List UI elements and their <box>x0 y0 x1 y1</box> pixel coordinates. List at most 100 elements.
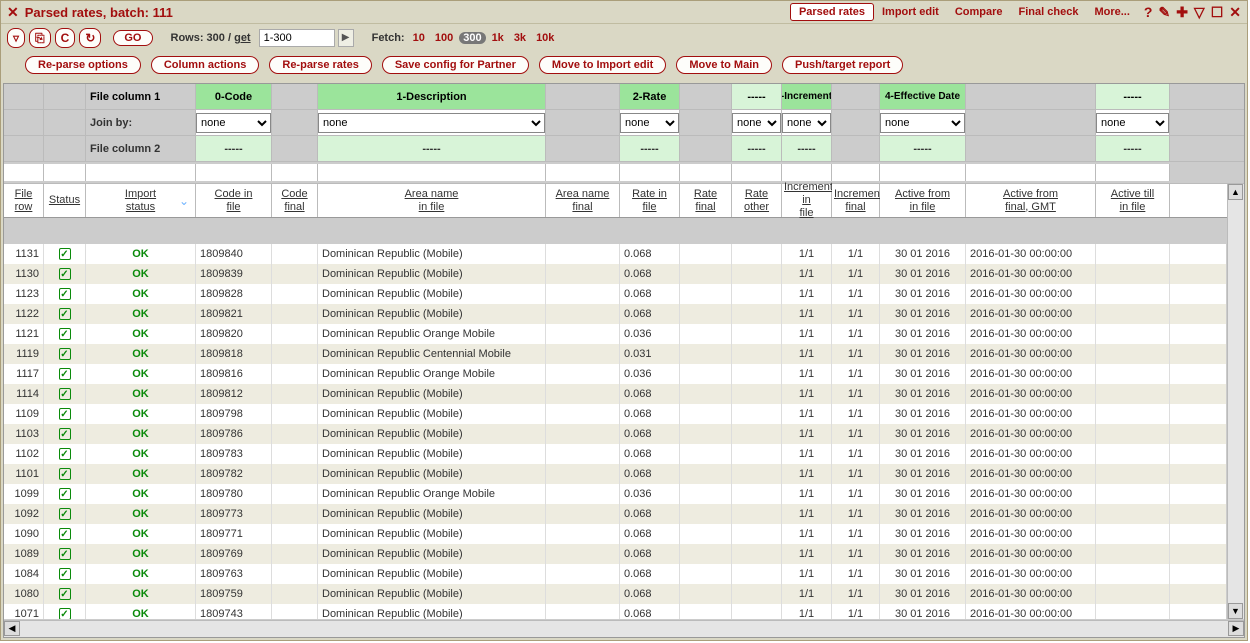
maximize-icon[interactable]: ☐ <box>1211 4 1224 21</box>
window-close-icon[interactable]: ✕ <box>1229 4 1241 21</box>
tab-more-[interactable]: More... <box>1086 4 1137 20</box>
chevron-down-icon[interactable]: ▽ <box>1194 4 1205 21</box>
col-header-increments-final[interactable]: Incrementsfinal <box>832 184 880 217</box>
col2-rate[interactable]: ----- <box>620 136 680 161</box>
filter-increments-in-file[interactable] <box>782 164 832 181</box>
col-header-area-name-final[interactable]: Area namefinal <box>546 184 620 217</box>
table-row[interactable]: 1123✓OK1809828Dominican Republic (Mobile… <box>4 284 1226 304</box>
colmap-0-code[interactable]: 0-Code <box>196 84 272 109</box>
join-select-increments[interactable]: none <box>782 113 831 133</box>
col2-effective-date[interactable]: ----- <box>880 136 966 161</box>
vertical-scrollbar[interactable]: ▲ ▼ <box>1227 184 1244 619</box>
tab-import-edit[interactable]: Import edit <box>874 4 947 20</box>
table-row[interactable]: 1102✓OK1809783Dominican Republic (Mobile… <box>4 444 1226 464</box>
scroll-left-icon[interactable]: ◀ <box>4 621 20 636</box>
fetch-1k[interactable]: 1k <box>488 32 508 44</box>
table-row[interactable]: 1080✓OK1809759Dominican Republic (Mobile… <box>4 584 1226 604</box>
col2-active-till[interactable]: ----- <box>1096 136 1170 161</box>
move-to-import-edit-button[interactable]: Move to Import edit <box>539 56 666 74</box>
table-row[interactable]: 1089✓OK1809769Dominican Republic (Mobile… <box>4 544 1226 564</box>
filter-active-from-in-file[interactable] <box>880 164 966 181</box>
fetch-10[interactable]: 10 <box>409 32 429 44</box>
col-header-code-in-file[interactable]: Code infile <box>196 184 272 217</box>
colmap-2-rate[interactable]: 2-Rate <box>620 84 680 109</box>
tab-parsed-rates[interactable]: Parsed rates <box>790 3 874 21</box>
col-header-rate-other[interactable]: Rateother <box>732 184 782 217</box>
filter-file-row[interactable] <box>4 164 44 181</box>
table-row[interactable]: 1109✓OK1809798Dominican Republic (Mobile… <box>4 404 1226 424</box>
filter-code-final[interactable] <box>272 164 318 181</box>
table-row[interactable]: 1130✓OK1809839Dominican Republic (Mobile… <box>4 264 1226 284</box>
plus-icon[interactable]: ✚ <box>1176 4 1188 21</box>
join-select-effective-date[interactable]: none <box>880 113 965 133</box>
col2-rate-other[interactable]: ----- <box>732 136 782 161</box>
table-row[interactable]: 1121✓OK1809820Dominican Republic Orange … <box>4 324 1226 344</box>
scroll-down-icon[interactable]: ▼ <box>1228 603 1243 619</box>
filter-rate-final[interactable] <box>680 164 732 181</box>
refresh-cw-icon[interactable]: ↻ <box>79 28 101 48</box>
col-header-import-status[interactable]: Importstatus <box>86 184 196 217</box>
table-row[interactable]: 1103✓OK1809786Dominican Republic (Mobile… <box>4 424 1226 444</box>
filter-code-in-file[interactable] <box>196 164 272 181</box>
table-row[interactable]: 1090✓OK1809771Dominican Republic (Mobile… <box>4 524 1226 544</box>
join-select-active-till[interactable]: none <box>1096 113 1169 133</box>
col-header-rate-final[interactable]: Ratefinal <box>680 184 732 217</box>
table-row[interactable]: 1119✓OK1809818Dominican Republic Centenn… <box>4 344 1226 364</box>
save-config-for-partner-button[interactable]: Save config for Partner <box>382 56 529 74</box>
filter-area-name-final[interactable] <box>546 164 620 181</box>
table-row[interactable]: 1131✓OK1809840Dominican Republic (Mobile… <box>4 244 1226 264</box>
column-actions-button[interactable]: Column actions <box>151 56 260 74</box>
fetch-3k[interactable]: 3k <box>510 32 530 44</box>
filter-area-name[interactable] <box>318 164 546 181</box>
close-icon[interactable]: ✕ <box>7 4 19 21</box>
col2-increments[interactable]: ----- <box>782 136 832 161</box>
table-row[interactable]: 1084✓OK1809763Dominican Republic (Mobile… <box>4 564 1226 584</box>
go-button[interactable]: GO <box>113 30 152 46</box>
table-row[interactable]: 1071✓OK1809743Dominican Republic (Mobile… <box>4 604 1226 619</box>
horizontal-scrollbar[interactable]: ◀ ▶ <box>4 620 1244 637</box>
fetch-10k[interactable]: 10k <box>532 32 558 44</box>
join-select-rate[interactable]: none <box>620 113 679 133</box>
colmap-active-till[interactable]: ----- <box>1096 84 1170 109</box>
table-row[interactable]: 1099✓OK1809780Dominican Republic Orange … <box>4 484 1226 504</box>
fetch-100[interactable]: 100 <box>431 32 457 44</box>
colmap-rate-other[interactable]: ----- <box>732 84 782 109</box>
filter-rate-in-file[interactable] <box>620 164 680 181</box>
tab-final-check[interactable]: Final check <box>1011 4 1087 20</box>
col-header-active-from-in-file[interactable]: Active fromin file <box>880 184 966 217</box>
refresh-ccw-icon[interactable]: C <box>55 28 76 48</box>
col-header-area-name-in-file[interactable]: Area namein file <box>318 184 546 217</box>
filter-import-status[interactable] <box>86 164 196 181</box>
get-link[interactable]: get <box>234 32 251 44</box>
table-row[interactable]: 1117✓OK1809816Dominican Republic Orange … <box>4 364 1226 384</box>
col-header-rate-in-file[interactable]: Rate infile <box>620 184 680 217</box>
help-icon[interactable]: ? <box>1144 4 1153 20</box>
re-parse-rates-button[interactable]: Re-parse rates <box>269 56 371 74</box>
join-select-rate-other[interactable]: none <box>732 113 781 133</box>
edit-icon[interactable]: ✎ <box>1158 4 1170 21</box>
join-select-description[interactable]: none <box>318 113 545 133</box>
table-row[interactable]: 1114✓OK1809812Dominican Republic (Mobile… <box>4 384 1226 404</box>
colmap-3-increments[interactable]: 3-Increments <box>782 84 832 109</box>
col-header-status[interactable]: Status <box>44 184 86 217</box>
col-header-code-final[interactable]: Codefinal <box>272 184 318 217</box>
re-parse-options-button[interactable]: Re-parse options <box>25 56 141 74</box>
col-header-active-from-final-gmt[interactable]: Active fromfinal, GMT <box>966 184 1096 217</box>
move-to-main-button[interactable]: Move to Main <box>676 56 772 74</box>
filter-increments-final[interactable] <box>832 164 880 181</box>
colmap-1-description[interactable]: 1-Description <box>318 84 546 109</box>
filter-active-till-in-file[interactable] <box>1096 164 1170 181</box>
col-header-increments-in-file[interactable]: Increments infile <box>782 184 832 217</box>
table-row[interactable]: 1101✓OK1809782Dominican Republic (Mobile… <box>4 464 1226 484</box>
col2-description[interactable]: ----- <box>318 136 546 161</box>
filter-rate-other[interactable] <box>732 164 782 181</box>
filter-active-from-final[interactable] <box>966 164 1096 181</box>
join-select-code[interactable]: none <box>196 113 271 133</box>
range-input[interactable] <box>259 29 335 47</box>
scroll-up-icon[interactable]: ▲ <box>1228 184 1243 200</box>
filter-status[interactable] <box>44 164 86 181</box>
col-header-active-till-in-file[interactable]: Active tillin file <box>1096 184 1170 217</box>
fetch-300[interactable]: 300 <box>459 32 485 44</box>
scroll-right-icon[interactable]: ▶ <box>1228 621 1244 636</box>
tab-compare[interactable]: Compare <box>947 4 1011 20</box>
